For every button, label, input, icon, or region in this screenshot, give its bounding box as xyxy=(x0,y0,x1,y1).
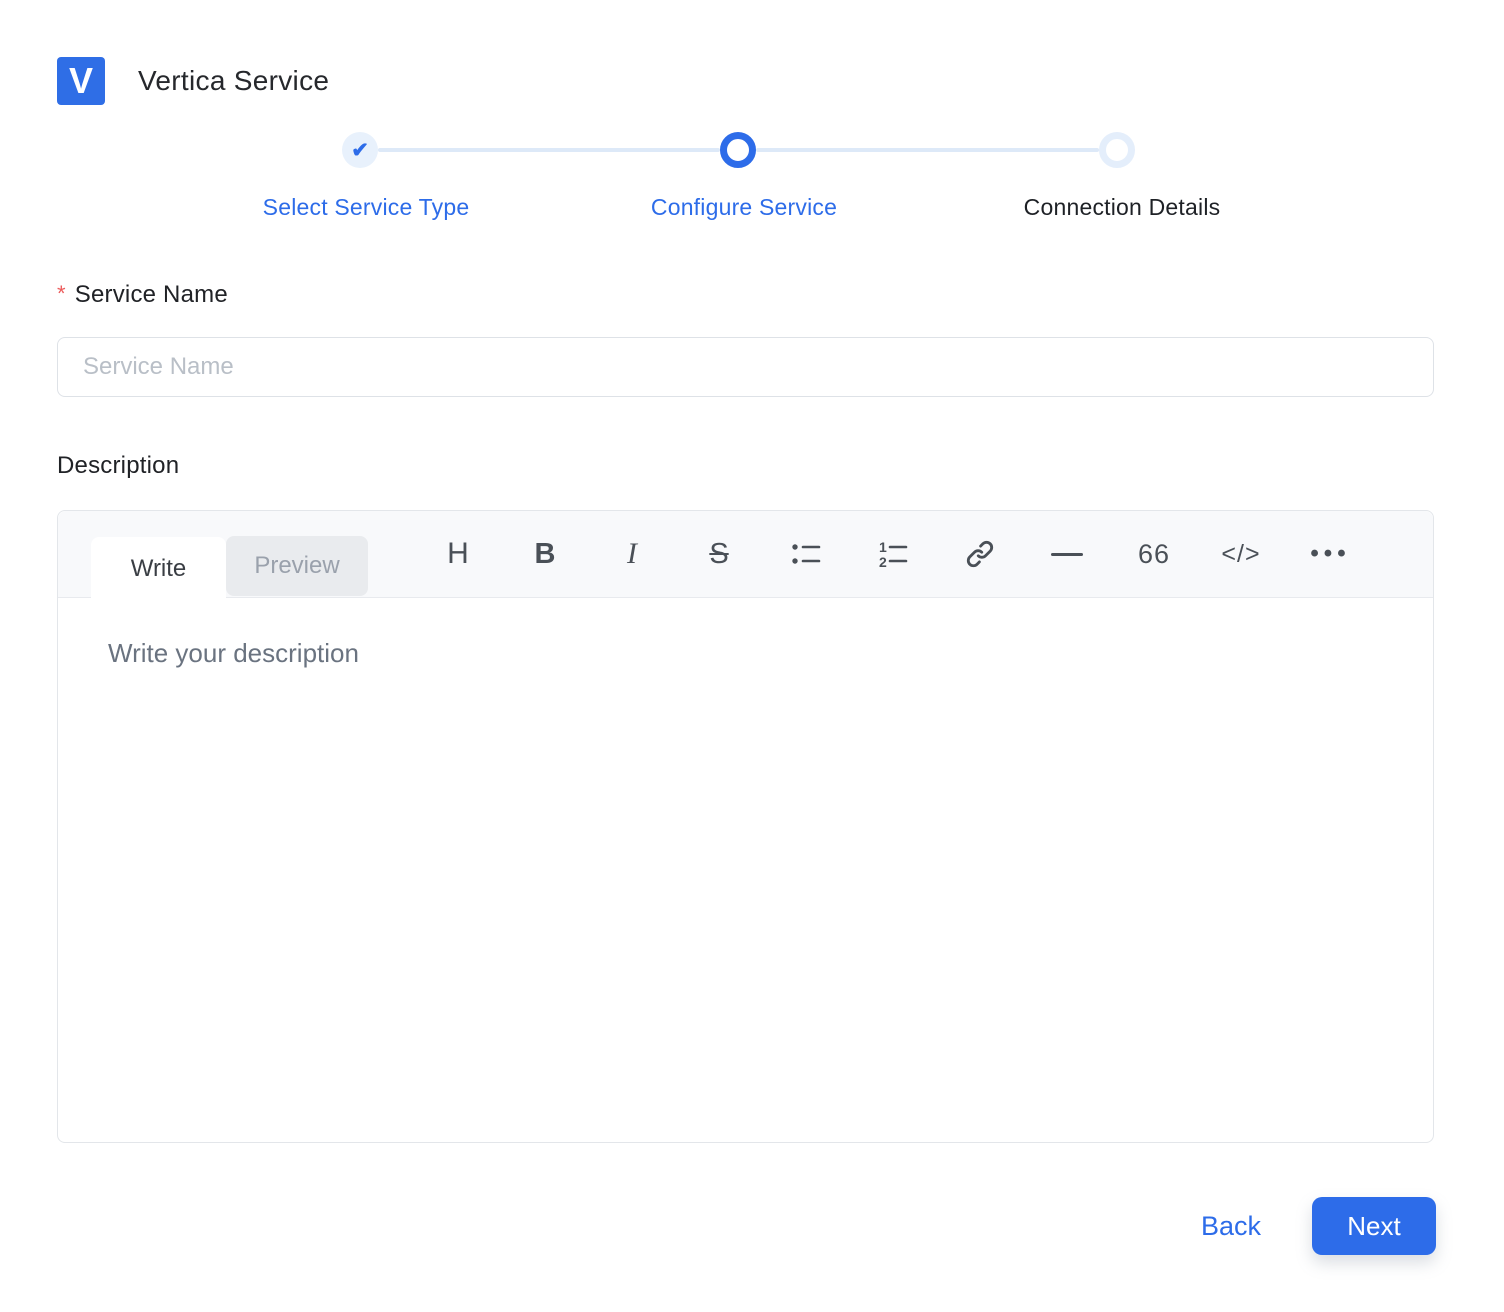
step-label-configure-service: Configure Service xyxy=(651,194,837,221)
step-label-select-service-type: Select Service Type xyxy=(263,194,470,221)
unordered-list-button[interactable] xyxy=(789,534,823,574)
heading-icon: H xyxy=(447,537,469,571)
description-editor: Write Preview H B I S xyxy=(57,510,1434,1143)
check-icon: ✔ xyxy=(351,138,369,163)
horizontal-rule-icon xyxy=(1051,553,1083,556)
link-button[interactable] xyxy=(963,534,997,574)
write-tab[interactable]: Write xyxy=(91,537,226,601)
italic-button[interactable]: I xyxy=(615,534,649,574)
step-label-connection-details: Connection Details xyxy=(1024,194,1221,221)
unordered-list-icon xyxy=(791,539,821,569)
ordered-list-icon: 1 2 xyxy=(878,539,908,569)
strikethrough-button[interactable]: S xyxy=(702,534,736,574)
bold-icon: B xyxy=(535,538,556,571)
description-label: Description xyxy=(57,452,179,480)
strikethrough-icon: S xyxy=(709,538,728,571)
stepper-connector xyxy=(378,148,720,152)
ordered-list-button[interactable]: 1 2 xyxy=(876,534,910,574)
editor-toolbar: Write Preview H B I S xyxy=(58,511,1433,598)
preview-tab[interactable]: Preview xyxy=(226,536,368,596)
next-button[interactable]: Next xyxy=(1312,1197,1436,1255)
link-icon xyxy=(965,539,995,569)
more-icon: ••• xyxy=(1305,540,1350,568)
bold-button[interactable]: B xyxy=(528,534,562,574)
stepper-connector xyxy=(756,148,1099,152)
required-asterisk: * xyxy=(57,281,66,306)
service-name-label-text: Service Name xyxy=(75,281,228,308)
description-textarea[interactable] xyxy=(58,598,1433,1142)
quote-icon: 66 xyxy=(1138,539,1170,570)
svg-text:2: 2 xyxy=(879,554,887,569)
back-button[interactable]: Back xyxy=(1186,1205,1276,1247)
italic-icon: I xyxy=(627,537,637,571)
code-icon: </> xyxy=(1221,540,1260,569)
quote-button[interactable]: 66 xyxy=(1137,534,1171,574)
step-circle-active xyxy=(720,132,756,168)
toolbar-icons: H B I S 1 xyxy=(441,511,1345,597)
step-circle-completed: ✔ xyxy=(342,132,378,168)
editor-body xyxy=(58,598,1433,1142)
code-block-button[interactable]: </> xyxy=(1224,534,1258,574)
horizontal-rule-button[interactable] xyxy=(1050,534,1084,574)
svg-text:1: 1 xyxy=(879,539,887,555)
step-circle-upcoming xyxy=(1099,132,1135,168)
more-options-button[interactable]: ••• xyxy=(1311,534,1345,574)
heading-button[interactable]: H xyxy=(441,534,475,574)
stepper: ✔ Select Service Type Configure Service … xyxy=(0,0,1504,240)
service-name-label: * Service Name xyxy=(57,281,228,309)
service-name-input[interactable] xyxy=(57,337,1434,397)
